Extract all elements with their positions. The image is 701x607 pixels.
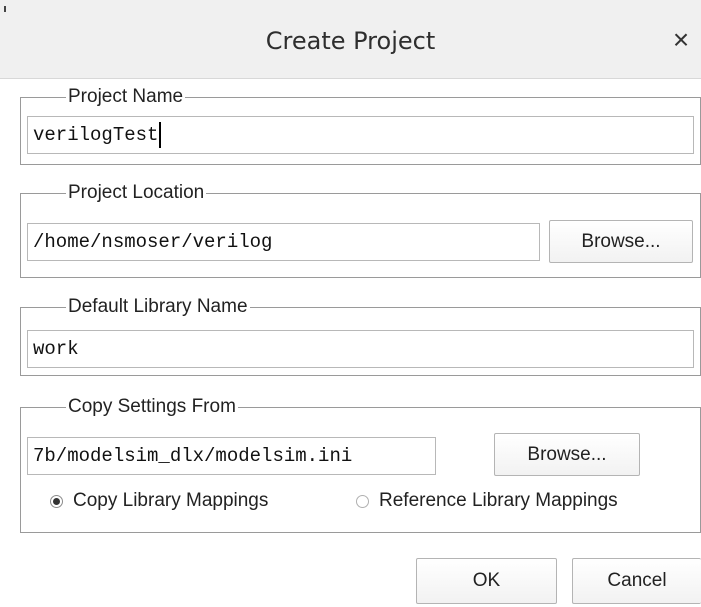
close-icon[interactable]: ×: [669, 26, 693, 54]
text-caret: [159, 121, 162, 148]
reference-library-mappings-radio[interactable]: Reference Library Mappings: [356, 488, 618, 514]
project-location-input[interactable]: /home/nsmoser/verilog: [27, 223, 540, 261]
cancel-button[interactable]: Cancel: [572, 558, 701, 604]
copy-settings-browse-button[interactable]: Browse...: [494, 433, 640, 476]
project-location-browse-button[interactable]: Browse...: [549, 220, 693, 263]
copy-library-mappings-radio[interactable]: Copy Library Mappings: [50, 488, 268, 514]
radio-unchecked-icon: [356, 494, 369, 508]
project-name-label: Project Name: [68, 86, 184, 107]
copy-settings-label: Copy Settings From: [68, 396, 236, 417]
project-location-label: Project Location: [68, 182, 205, 203]
default-library-input[interactable]: work: [27, 330, 694, 368]
ok-button[interactable]: OK: [416, 558, 557, 604]
project-name-input[interactable]: verilogTest: [27, 116, 694, 154]
radio-checked-icon: [50, 494, 63, 508]
project-name-value: verilogTest: [33, 124, 159, 146]
copy-library-mappings-label: Copy Library Mappings: [73, 490, 269, 511]
dialog-titlebar: Create Project ×: [0, 0, 701, 79]
dialog-title: Create Project: [265, 27, 436, 55]
copy-settings-input[interactable]: 7b/modelsim_dlx/modelsim.ini: [27, 437, 436, 475]
reference-library-mappings-label: Reference Library Mappings: [379, 490, 618, 511]
default-library-label: Default Library Name: [68, 296, 248, 317]
